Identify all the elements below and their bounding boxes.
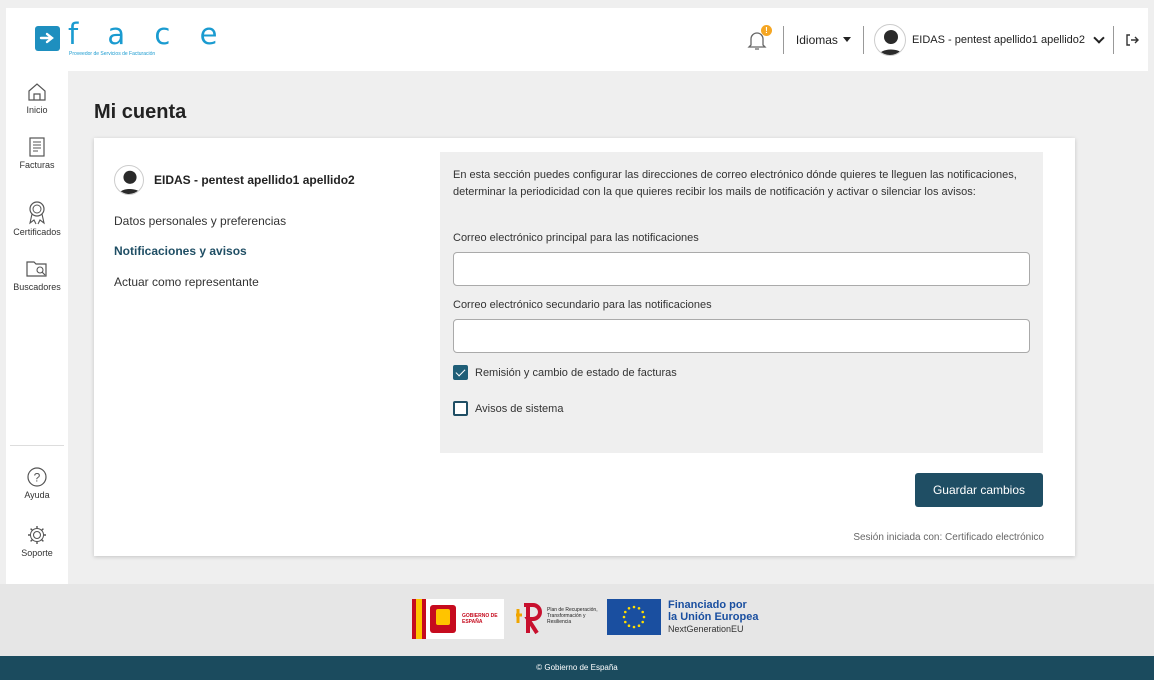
profile-header: EIDAS - pentest apellido1 apellido2 [114,165,355,195]
menu-datos-personales[interactable]: Datos personales y preferencias [114,214,286,228]
sidebar-item-certificados[interactable]: Certificados [6,199,68,237]
sidebar-item-label: Certificados [13,227,61,237]
gobierno-espana-logo: GOBIERNO DE ESPAÑA [412,599,504,639]
home-icon [28,83,46,101]
session-info: Sesión iniciada con: Certificado electró… [853,532,1044,543]
sidebar-item-inicio[interactable]: Inicio [6,81,68,115]
header-actions: ! Idiomas EIDAS - pentest apellido1 apel… [745,8,1148,71]
footer-logos: GOBIERNO DE ESPAÑA Plan de Recuperación,… [0,584,1154,656]
sidebar-divider [10,445,64,446]
sidebar-item-facturas[interactable]: Facturas [6,136,68,170]
sidebar-item-label: Buscadores [13,282,61,292]
logo-subtitle: Proveedor de Servicios de Facturación [69,51,156,57]
sidebar-item-label: Ayuda [24,490,50,500]
checkbox-unchecked[interactable] [453,401,468,416]
eu-line3: NextGenerationEU [668,624,744,634]
primary-email-label: Correo electrónico principal para las no… [453,232,699,244]
eu-flag-icon [607,599,661,635]
folder-search-icon [26,261,47,277]
divider [862,25,864,54]
language-label: Idiomas [795,32,838,47]
notifications-bell-icon[interactable]: ! [745,24,772,52]
invoice-icon [29,137,45,157]
sidebar-item-ayuda[interactable]: ? Ayuda [6,466,68,500]
prtr-label: Plan de Recuperación, Transformación y R… [547,607,598,625]
language-dropdown[interactable]: Idiomas [796,33,851,47]
checkbox-label: Avisos de sistema [475,402,564,415]
panel-intro: En esta sección puedes configurar las di… [453,169,1017,198]
logo-wordmark: f a c e [68,17,228,51]
help-icon: ? [27,467,47,487]
sidebar: Inicio Facturas Certificados Buscadores … [6,71,68,584]
avatar [114,165,144,195]
certificate-icon [29,201,45,225]
divider [782,25,784,54]
user-menu[interactable]: EIDAS - pentest apellido1 apellido2 [873,23,1107,56]
secondary-email-field[interactable] [453,319,1030,353]
sidebar-item-label: Facturas [19,160,55,170]
profile-name: EIDAS - pentest apellido1 apellido2 [154,173,355,187]
sidebar-item-label: Inicio [26,105,48,115]
logout-icon[interactable] [1124,32,1140,48]
gobierno-label: GOBIERNO DE ESPAÑA [462,613,498,625]
menu-representante[interactable]: Actuar como representante [114,275,259,289]
menu-notificaciones[interactable]: Notificaciones y avisos [114,244,247,258]
eu-funding-text: Financiado por la Unión Europea NextGene… [668,599,758,635]
caret-down-icon [842,37,851,42]
checkbox-checked[interactable] [453,365,468,380]
checkbox-label: Remisión y cambio de estado de facturas [475,366,677,379]
primary-email-field[interactable] [453,252,1030,286]
sidebar-item-soporte[interactable]: Soporte [6,524,68,558]
checkbox-avisos[interactable]: Avisos de sistema [453,401,563,416]
top-header: f a c e Proveedor de Servicios de Factur… [6,8,1148,71]
save-button[interactable]: Guardar cambios [915,473,1043,507]
footer-copyright: © Gobierno de España [0,656,1154,680]
notification-badge: ! [760,24,772,36]
divider [1113,25,1114,54]
user-name: EIDAS - pentest apellido1 apellido2 [911,33,1085,46]
secondary-email-label: Correo electrónico secundario para las n… [453,299,712,311]
gear-icon [28,526,46,544]
chevron-down-icon [1093,31,1105,44]
sidebar-item-label: Soporte [21,548,53,558]
prtr-logo: Plan de Recuperación, Transformación y R… [513,599,603,639]
face-logo[interactable]: f a c e Proveedor de Servicios de Factur… [35,17,235,59]
avatar [873,23,906,56]
account-card: EIDAS - pentest apellido1 apellido2 Dato… [94,138,1075,556]
svg-text:?: ? [34,471,41,485]
eu-line2: la Unión Europea [668,611,759,623]
eu-line1: Financiado por [668,599,747,611]
checkbox-remision[interactable]: Remisión y cambio de estado de facturas [453,365,677,380]
face-logo-mark-icon [35,26,60,51]
page-title: Mi cuenta [94,101,187,123]
notifications-panel: En esta sección puedes configurar las di… [440,152,1043,453]
sidebar-item-buscadores[interactable]: Buscadores [6,258,68,292]
